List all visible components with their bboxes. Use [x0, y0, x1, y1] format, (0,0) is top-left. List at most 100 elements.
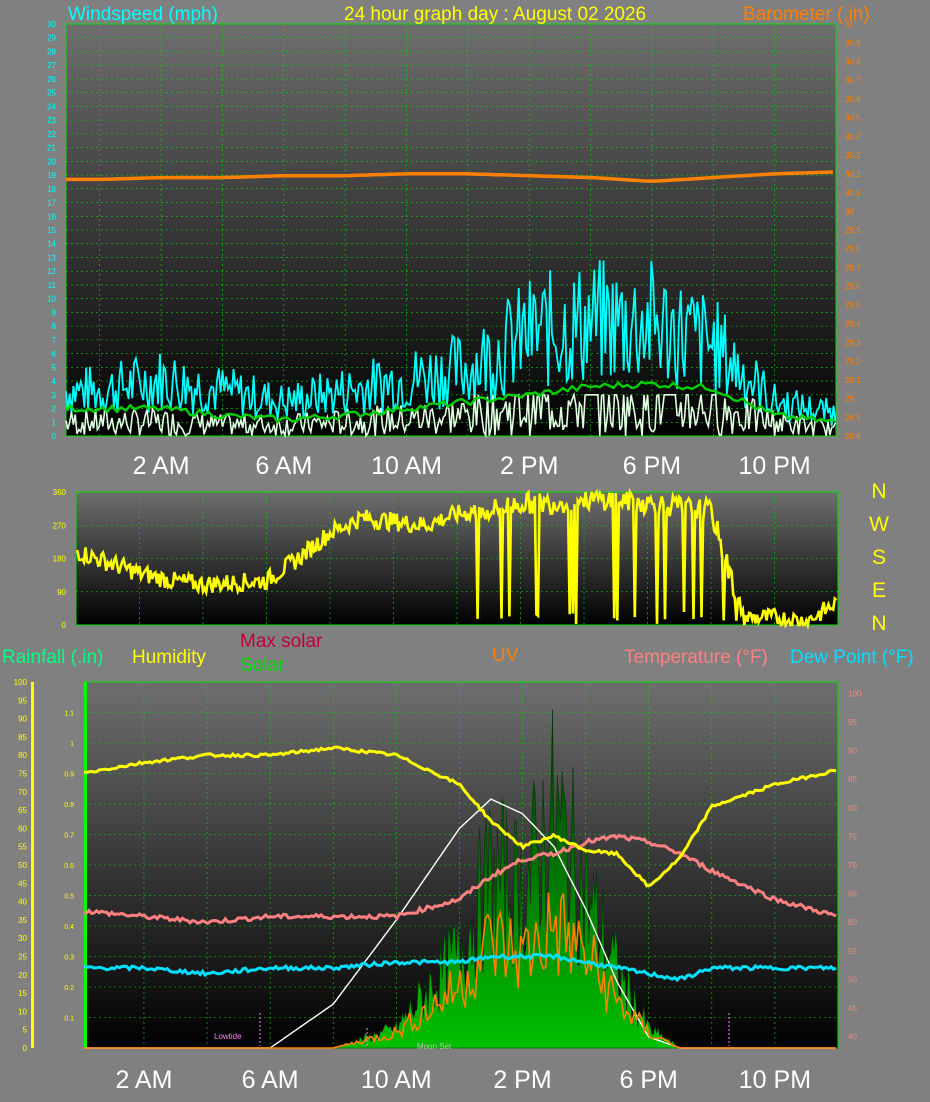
time-label: 10 PM	[739, 1066, 811, 1094]
barometer-tick: 29.2	[845, 357, 861, 366]
rain-tick: 0.6	[64, 863, 74, 870]
barometer-tick: 30.7	[845, 76, 861, 85]
windspeed-tick: 1	[52, 418, 57, 427]
time-label: 6 AM	[255, 452, 312, 480]
compass-letter: S	[872, 546, 886, 569]
rain-tick: 0.2	[64, 985, 74, 992]
wind-direction-panel: 090180270360 NWSEN	[53, 480, 889, 635]
windspeed-tick: 20	[47, 157, 56, 166]
windspeed-tick: 25	[47, 89, 56, 98]
windspeed-tick: 24	[47, 102, 56, 111]
windspeed-tick: 18	[47, 185, 56, 194]
barometer-tick: 30.3	[845, 151, 861, 160]
humidity-tick: 0	[23, 1044, 28, 1053]
windspeed-tick: 4	[52, 377, 57, 386]
windspeed-tick: 9	[52, 308, 57, 317]
humidity-tick: 95	[18, 696, 27, 705]
rain-tick: 1.1	[64, 711, 74, 718]
compass-letter: E	[872, 579, 886, 602]
rain-tick: 0.5	[64, 894, 74, 901]
wind-time-labels: 2 AM 6 AM 10 AM 2 PM 6 PM 10 PM	[133, 452, 811, 480]
barometer-tick: 29.5	[845, 301, 861, 310]
direction-tick: 180	[53, 555, 67, 564]
rain-tick: 1	[70, 741, 74, 748]
barometer-tick: 29.1	[845, 376, 861, 385]
temperature-tick: 90	[848, 747, 857, 756]
windspeed-tick: 16	[47, 212, 56, 221]
time-label: 6 PM	[623, 452, 681, 480]
temperature-tick: 55	[848, 947, 857, 956]
time-label: 2 AM	[133, 452, 190, 480]
windspeed-tick: 13	[47, 253, 56, 262]
windspeed-tick: 6	[52, 350, 57, 359]
rain-tick: 0.3	[64, 955, 74, 962]
barometer-tick: 29.3	[845, 338, 861, 347]
time-label: 6 AM	[242, 1066, 299, 1094]
time-label: 10 AM	[371, 452, 442, 480]
humidity-tick: 20	[18, 971, 27, 980]
rainfall-legend: Rainfall (.in)	[2, 647, 103, 668]
barometer-tick: 29.7	[845, 263, 861, 272]
max-solar-legend: Max solar	[240, 631, 323, 652]
humidity-tick: 5	[23, 1026, 28, 1035]
temperature-tick: 80	[848, 804, 857, 813]
time-label: 2 PM	[500, 452, 558, 480]
windspeed-tick: 5	[52, 363, 57, 372]
uv-legend: UV	[492, 645, 519, 666]
temperature-legend: Temperature (°F)	[624, 647, 768, 668]
windspeed-tick: 11	[48, 281, 57, 290]
windspeed-tick: 27	[47, 61, 56, 70]
compass-letters: NWSEN	[869, 480, 889, 635]
temperature-ticks: 40 45 50 55 60 65 70 75 80 85 90 95 100	[848, 689, 862, 1041]
direction-tick: 0	[62, 621, 67, 630]
humidity-tick: 85	[18, 733, 27, 742]
dew-point-legend: Dew Point (°F)	[790, 647, 914, 668]
barometer-tick: 28.8	[845, 432, 861, 441]
humidity-tick: 50	[18, 861, 27, 870]
windspeed-tick: 10	[47, 295, 56, 304]
windspeed-tick: 22	[47, 130, 56, 139]
temperature-tick: 100	[848, 689, 862, 698]
time-label: 10 AM	[361, 1066, 432, 1094]
humidity-tick: 35	[18, 916, 27, 925]
rain-tick: 0.9	[64, 772, 74, 779]
temperature-humidity-panel: Rainfall (.in) Humidity Max solar Solar …	[2, 631, 914, 1094]
direction-tick: 270	[53, 521, 67, 530]
windspeed-tick: 15	[47, 226, 56, 235]
time-label: 2 PM	[493, 1066, 551, 1094]
temperature-tick: 70	[848, 861, 857, 870]
compass-letter: N	[871, 480, 886, 503]
temperature-time-labels: 2 AM 6 AM 10 AM 2 PM 6 PM 10 PM	[115, 1066, 811, 1094]
rain-axis-bar	[31, 682, 34, 1048]
temperature-tick: 65	[848, 890, 857, 899]
humidity-tick: 30	[18, 934, 27, 943]
barometer-tick: 30.6	[845, 95, 861, 104]
temperature-tick: 60	[848, 918, 857, 927]
barometer-tick: 30	[845, 207, 854, 216]
compass-letter: W	[869, 513, 889, 536]
humidity-tick: 40	[18, 898, 27, 907]
temperature-tick: 75	[848, 832, 857, 841]
time-label: 2 AM	[115, 1066, 172, 1094]
humidity-tick: 10	[18, 1007, 27, 1016]
windspeed-tick: 3	[52, 391, 57, 400]
wind-barometer-panel: 0123456789101112131415161718192021222324…	[47, 4, 870, 480]
barometer-tick: 29.9	[845, 226, 861, 235]
windspeed-tick: 7	[52, 336, 57, 345]
windspeed-tick: 23	[47, 116, 56, 125]
graph-title: 24 hour graph day : August 02 2026	[344, 4, 646, 25]
barometer-ticks: 28.8 28.9 29 29.1 29.2 29.3 29.4 29.5 29.6 29.7 29…	[845, 20, 861, 441]
wind-speed-ticks: 0123456789101112131415161718192021222324…	[47, 20, 56, 441]
windspeed-tick: 14	[47, 240, 56, 249]
windspeed-tick: 2	[52, 405, 57, 414]
barometer-tick: 30.5	[845, 114, 861, 123]
solar-legend: Solar	[240, 655, 285, 676]
lowtide-label: Lowtide	[214, 1032, 242, 1041]
time-label: 10 PM	[739, 452, 811, 480]
barometer-tick: 28.9	[845, 413, 861, 422]
windspeed-tick: 12	[47, 267, 56, 276]
compass-letter: N	[871, 612, 886, 635]
rain-tick: 0.1	[64, 1016, 74, 1023]
windspeed-tick: 21	[47, 144, 56, 153]
windspeed-axis-title: Windspeed (mph)	[68, 4, 218, 25]
